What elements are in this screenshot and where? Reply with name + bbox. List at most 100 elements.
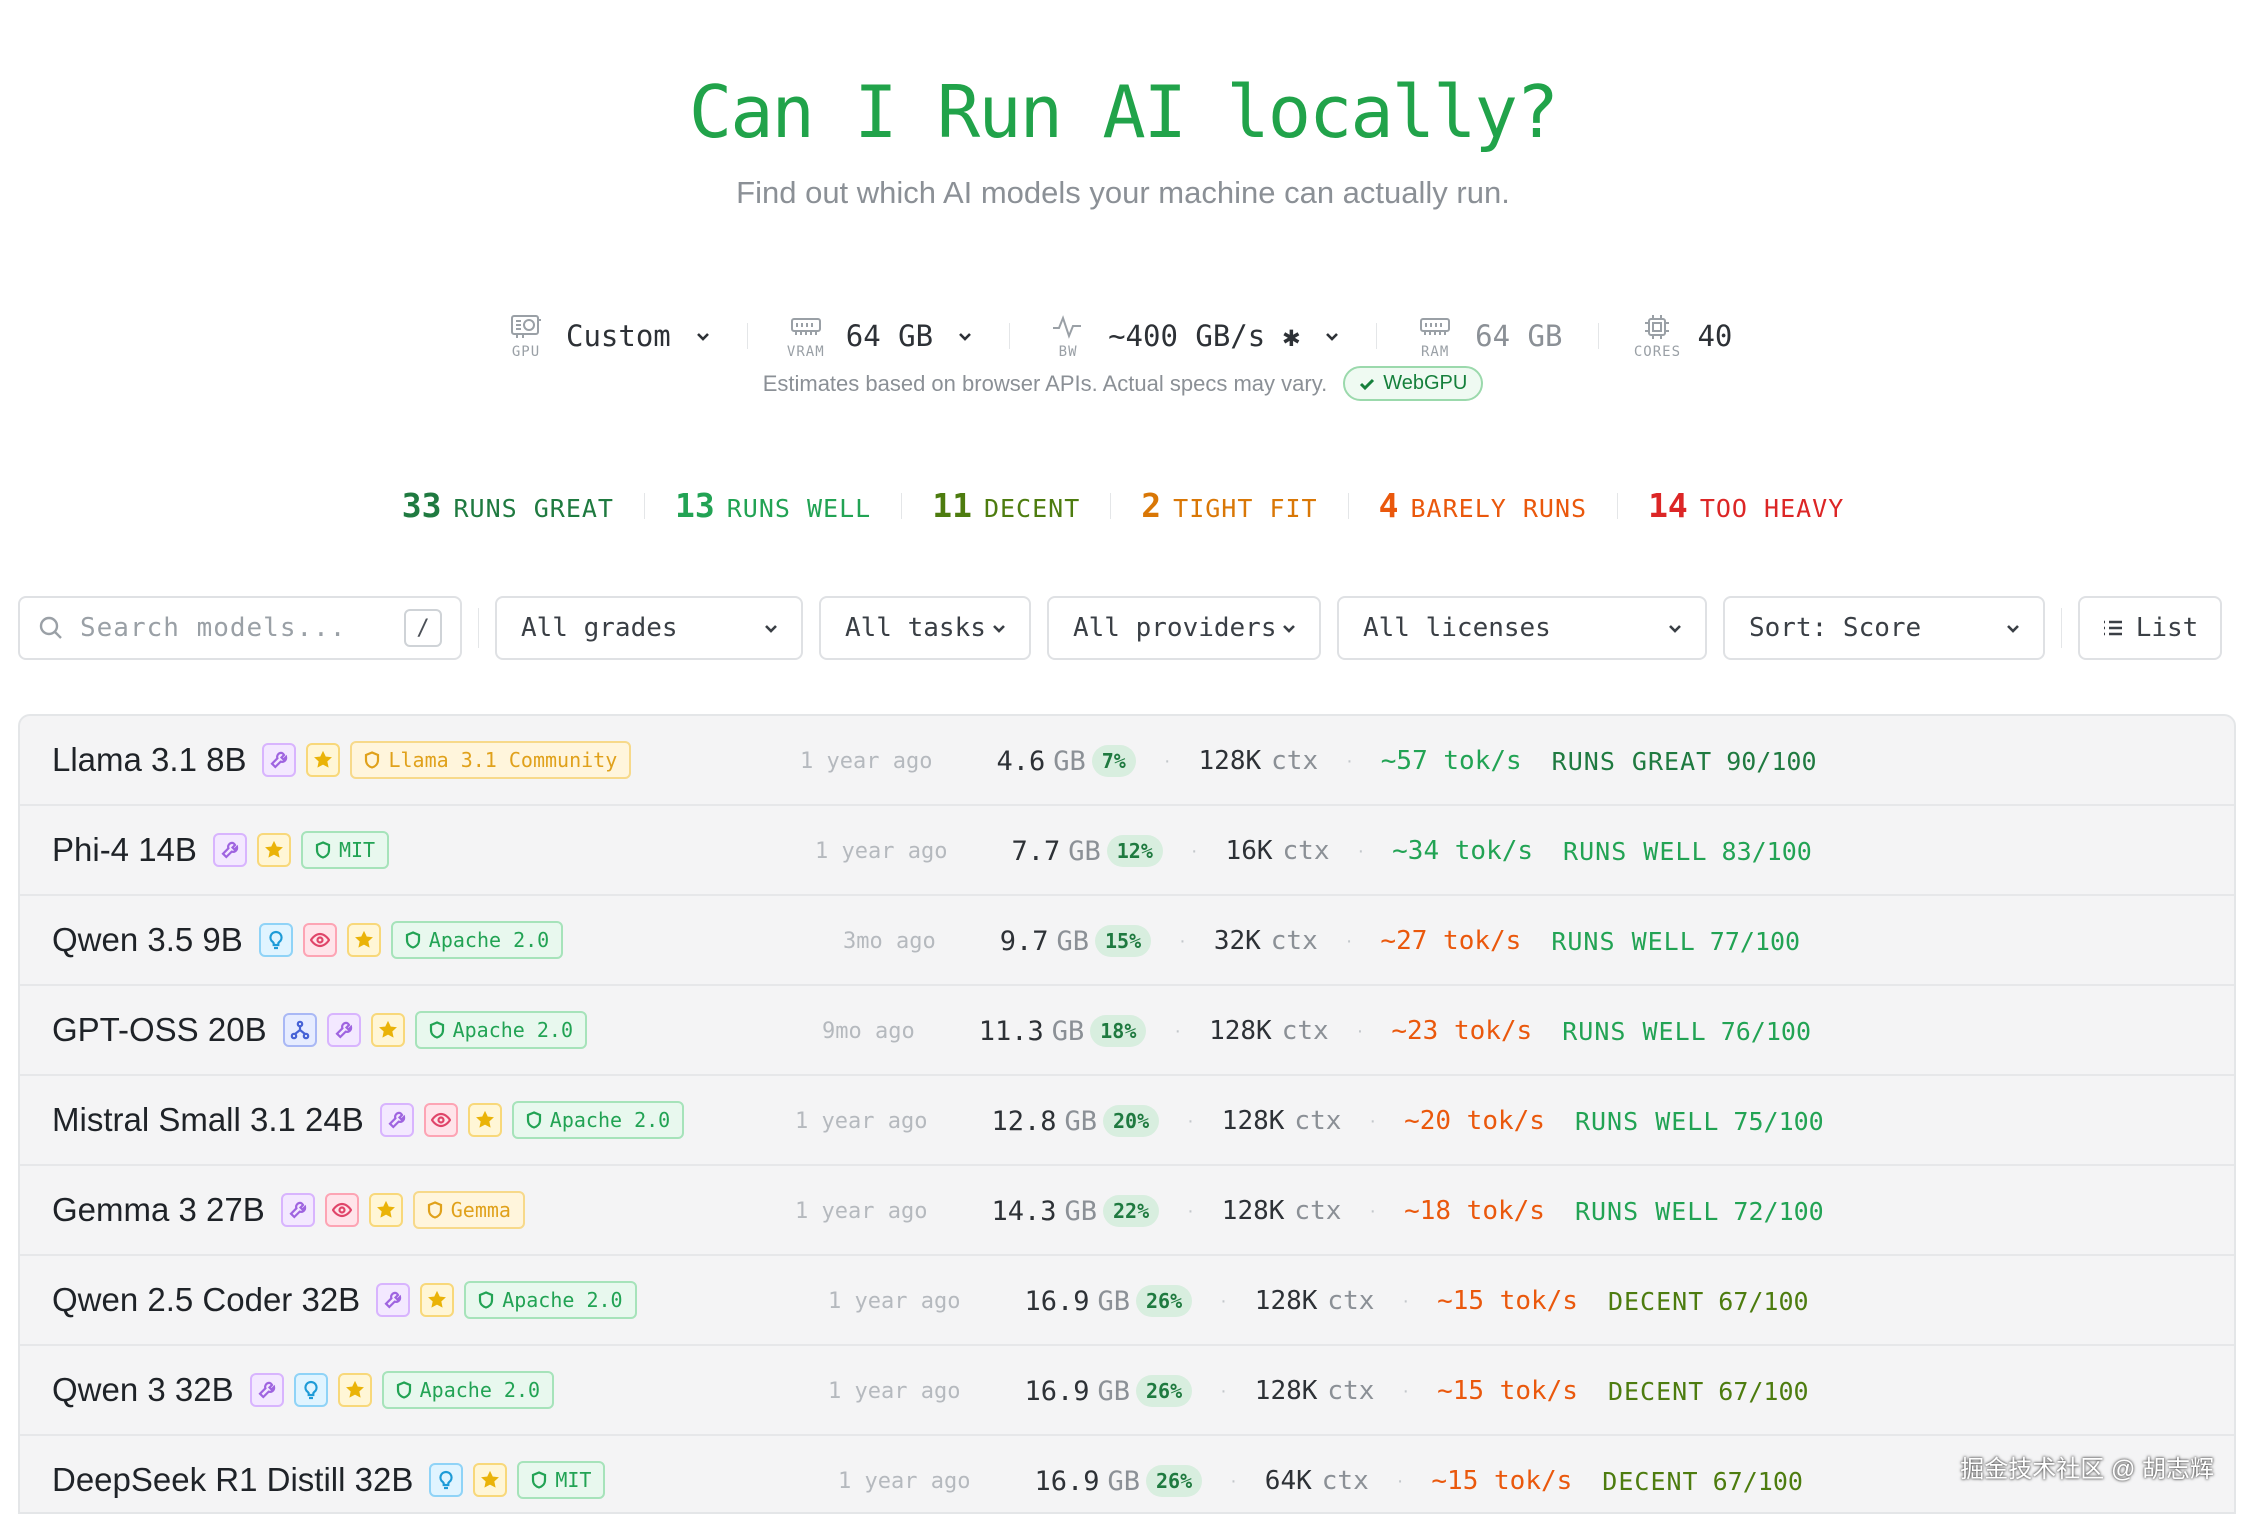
- table-row[interactable]: Llama 3.1 8B Llama 3.1 Community 1 year ag…: [20, 716, 2234, 806]
- model-size-unit: GB: [1064, 1105, 1097, 1137]
- hardware-bar: GPU Custom VRAM 64 GB BW ~400 GB/s ✱ RAM…: [504, 296, 1732, 376]
- webgpu-badge: WebGPU: [1343, 366, 1484, 401]
- context-length-unit: ctx: [1321, 1466, 1369, 1496]
- grade-count-item[interactable]: 33 RUNS GREAT: [402, 486, 614, 525]
- memory-usage-badge: 12%: [1106, 835, 1163, 867]
- model-name: Gemma 3 27B: [52, 1191, 265, 1228]
- score-value: 83/100: [1721, 836, 1812, 866]
- search-input[interactable]: Search models...: [80, 613, 388, 643]
- wrench-icon: [326, 1013, 361, 1047]
- network-icon: [282, 1013, 317, 1047]
- grade-count: 2: [1141, 486, 1162, 525]
- sort-select[interactable]: Sort: Score: [1723, 596, 2045, 660]
- model-size-value: 4.6: [996, 745, 1046, 777]
- score-value: 90/100: [1726, 746, 1817, 776]
- check-icon: [1360, 378, 1375, 390]
- license-label: MIT: [555, 1468, 592, 1492]
- bandwidth-selector[interactable]: BW ~400 GB/s ✱: [1046, 312, 1340, 360]
- context-length-unit: ctx: [1327, 1286, 1375, 1316]
- table-row[interactable]: DeepSeek R1 Distill 32B MIT 1 year ago 16.9…: [20, 1436, 2234, 1512]
- star-icon: [473, 1463, 508, 1497]
- grade-count: 11: [932, 486, 972, 525]
- license-badge: MIT: [517, 1461, 606, 1499]
- context-length-value: 128K: [1254, 1286, 1318, 1316]
- grade-count-item[interactable]: 13 RUNS WELL: [675, 486, 871, 525]
- star-icon: [306, 743, 341, 777]
- shield-icon: [429, 1021, 445, 1039]
- cpu-icon: [1645, 315, 1670, 339]
- star-icon: [370, 1013, 405, 1047]
- verdict-label: RUNS WELL: [1551, 926, 1696, 956]
- grade-count-item[interactable]: 11 DECENT: [932, 486, 1080, 525]
- tokens-per-second: ~57 tok/s: [1380, 746, 1522, 776]
- providers-filter[interactable]: All providers: [1047, 596, 1321, 660]
- grade-count-item[interactable]: 14 TOO HEAVY: [1648, 486, 1844, 525]
- shield-icon: [478, 1291, 494, 1309]
- context-length-value: 128K: [1254, 1376, 1318, 1406]
- model-size: 9.7 GB: [1000, 926, 1089, 957]
- separator-dot: ·: [1163, 749, 1171, 772]
- memory-usage-badge: 20%: [1103, 1105, 1160, 1137]
- model-name: Qwen 3.5 9B: [52, 921, 243, 958]
- chevron-down-icon: [1283, 625, 1295, 633]
- license-badge: Apache 2.0: [511, 1101, 685, 1139]
- license-badge: Apache 2.0: [390, 921, 564, 959]
- separator-dot: ·: [1357, 839, 1365, 862]
- table-row[interactable]: Qwen 3 32B Apache 2.0 1 year ago 16.9 GB 26% ·…: [20, 1346, 2234, 1436]
- shield-icon: [364, 751, 380, 769]
- cores-label: CORES: [1633, 344, 1682, 360]
- model-size-value: 12.8: [991, 1105, 1057, 1137]
- grade-count-item[interactable]: 4 BARELY RUNS: [1379, 486, 1587, 525]
- score-value: 75/100: [1733, 1106, 1824, 1136]
- model-metrics: 1 year ago 16.9 GB 26% · 64K ctx · ~15 tok/s DECE…: [838, 1436, 1803, 1512]
- model-size: 11.3 GB: [979, 1016, 1085, 1047]
- table-row[interactable]: GPT-OSS 20B Apache 2.0 9mo ago 11.3 GB 18% · 12…: [20, 986, 2234, 1076]
- table-row[interactable]: Qwen 2.5 Coder 32B Apache 2.0 1 year ago 16…: [20, 1256, 2234, 1346]
- chevron-down-icon: [765, 625, 777, 633]
- model-name: Qwen 2.5 Coder 32B: [52, 1281, 361, 1318]
- search-box[interactable]: Search models... /: [18, 596, 462, 660]
- lightbulb-icon: [293, 1373, 328, 1407]
- context-length: 128K ctx: [1222, 1196, 1342, 1226]
- memory-usage-badge: 26%: [1146, 1465, 1203, 1497]
- license-badge: Apache 2.0: [414, 1011, 588, 1049]
- verdict-label: DECENT: [1602, 1466, 1699, 1496]
- table-row[interactable]: Qwen 3.5 9B Apache 2.0 3mo ago 9.7 GB 15% · 32K…: [20, 896, 2234, 986]
- star-icon: [420, 1283, 455, 1317]
- view-toggle-button[interactable]: List: [2078, 596, 2222, 660]
- license-label: Apache 2.0: [428, 928, 550, 952]
- page-title: Can I Run AI locally?: [688, 70, 1559, 154]
- shield-icon: [427, 1201, 443, 1219]
- separator-dot: ·: [1179, 929, 1186, 952]
- memory-usage-badge: 22%: [1103, 1195, 1160, 1227]
- licenses-filter[interactable]: All licenses: [1337, 596, 1707, 660]
- table-row[interactable]: Phi-4 14B MIT 1 year ago 7.7 GB 12% · 16K ctx · ~3…: [20, 806, 2234, 896]
- shield-icon: [526, 1111, 542, 1129]
- table-row[interactable]: Gemma 3 27B Gemma 1 year ago 14.3 GB 22% · 128K…: [20, 1166, 2234, 1256]
- grade-count-item[interactable]: 2 TIGHT FIT: [1141, 486, 1317, 525]
- model-metrics: 1 year ago 16.9 GB 26% · 128K ctx · ~15 tok/s DEC…: [828, 1346, 1809, 1436]
- model-size: 7.7 GB: [1011, 836, 1100, 867]
- model-size-unit: GB: [1056, 925, 1090, 957]
- grade-count: 14: [1648, 486, 1688, 525]
- activity-icon: [1053, 315, 1082, 339]
- model-size: 16.9 GB: [1024, 1376, 1130, 1407]
- license-label: Apache 2.0: [502, 1288, 623, 1312]
- memory-usage-badge: 7%: [1091, 745, 1136, 777]
- ram-label: RAM: [1420, 344, 1450, 360]
- license-label: MIT: [338, 838, 376, 862]
- table-row[interactable]: Mistral Small 3.1 24B Apache 2.0 1 year ag…: [20, 1076, 2234, 1166]
- release-date: 1 year ago: [828, 1378, 961, 1404]
- gpu-selector[interactable]: GPU Custom: [504, 312, 711, 360]
- vram-selector[interactable]: VRAM 64 GB: [784, 312, 973, 360]
- tasks-filter[interactable]: All tasks: [819, 596, 1031, 660]
- list-icon: [2103, 620, 2122, 636]
- release-date: 1 year ago: [828, 1288, 961, 1314]
- model-size-unit: GB: [1107, 1465, 1140, 1497]
- model-size-value: 16.9: [1034, 1465, 1100, 1497]
- wrench-icon: [379, 1103, 414, 1137]
- lightbulb-icon: [429, 1463, 464, 1497]
- model-size: 12.8 GB: [991, 1106, 1097, 1137]
- estimate-note-text: Estimates based on browser APIs. Actual …: [762, 370, 1328, 396]
- grades-filter[interactable]: All grades: [495, 596, 803, 660]
